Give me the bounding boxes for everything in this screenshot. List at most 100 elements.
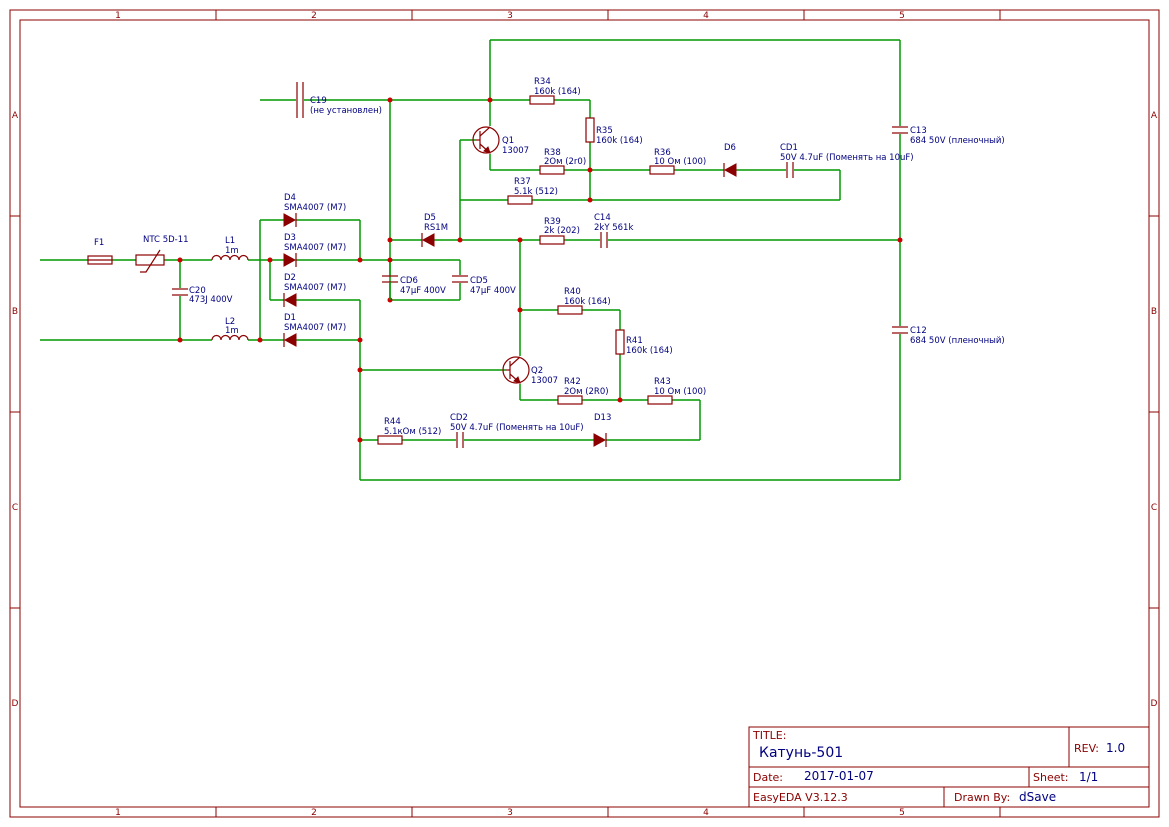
fuse-f1	[87, 255, 113, 265]
frame-row-d: D	[12, 699, 19, 709]
frame-col-2: 2	[311, 11, 317, 21]
frame-row-a-right: A	[1151, 111, 1158, 121]
label-d4-value: SMA4007 (M7)	[284, 203, 346, 213]
resistor-r44	[377, 435, 403, 445]
capacitor-cd2	[456, 432, 464, 448]
label-r35-value: 160k (164)	[596, 136, 643, 146]
label-r35-ref: R35	[596, 126, 613, 136]
label-r43-ref: R43	[654, 377, 671, 387]
label-c12-ref: C12	[910, 326, 927, 336]
frame-col-3-bottom: 3	[507, 808, 513, 818]
diode-d6	[723, 163, 737, 177]
frame-col-2-bottom: 2	[311, 808, 317, 818]
rev-value: 1.0	[1106, 741, 1125, 755]
resistor-r36	[649, 165, 675, 175]
label-q2-ref: Q2	[531, 366, 543, 376]
title-value: Катунь-501	[759, 745, 843, 761]
capacitor-c12	[892, 326, 908, 334]
label-q2-value: 13007	[531, 376, 558, 386]
label-r42-ref: R42	[564, 377, 581, 387]
rev-label: REV:	[1074, 742, 1099, 755]
capacitor-c19	[296, 82, 304, 118]
label-r43-value: 10 Ом (100)	[654, 387, 706, 397]
label-cd5-ref: CD5	[470, 276, 488, 286]
label-r41-value: 160k (164)	[626, 346, 673, 356]
title-block: TITLE: Катунь-501 REV: 1.0 Date: 2017-01…	[748, 726, 1150, 808]
frame-row-d-right: D	[1151, 699, 1158, 709]
ntc-thermistor	[135, 249, 165, 273]
label-d4-ref: D4	[284, 193, 296, 203]
frame-row-c: C	[12, 503, 18, 513]
label-d5-value: RS1M	[424, 223, 448, 233]
label-d6-ref: D6	[724, 143, 736, 153]
frame-col-4: 4	[703, 11, 709, 21]
label-c13-value: 684 50V (пленочный)	[910, 136, 1005, 146]
label-cd6-value: 47µF 400V	[400, 286, 446, 296]
label-r42-value: 2Ом (2R0)	[564, 387, 609, 397]
label-r37-value: 5.1k (512)	[514, 187, 558, 197]
diode-d2	[283, 293, 297, 307]
diode-d4	[283, 213, 297, 227]
label-d3-value: SMA4007 (M7)	[284, 243, 346, 253]
label-r36-value: 10 Ом (100)	[654, 157, 706, 167]
drawn-by-value: dSave	[1019, 790, 1056, 804]
frame-row-b-right: B	[1151, 307, 1157, 317]
label-r38-value: 2Ом (2r0)	[544, 157, 586, 167]
label-c12-value: 684 50V (пленочный)	[910, 336, 1005, 346]
frame-row-c-right: C	[1151, 503, 1157, 513]
label-l1-value: 1m	[225, 246, 239, 256]
frame-col-1-bottom: 1	[115, 808, 121, 818]
label-d13-ref: D13	[594, 413, 611, 423]
label-r40-ref: R40	[564, 287, 581, 297]
title-label: TITLE:	[752, 729, 786, 742]
label-cd2-ref: CD2	[450, 413, 468, 423]
diode-d1	[283, 333, 297, 347]
capacitor-cd1	[786, 162, 794, 178]
label-l1-ref: L1	[225, 236, 235, 246]
frame-col-5-bottom: 5	[899, 808, 905, 818]
capacitor-c20	[172, 288, 188, 296]
label-r37-ref: R37	[514, 177, 531, 187]
capacitor-cd5	[452, 275, 468, 283]
diode-d3	[283, 253, 297, 267]
diode-d5	[421, 233, 435, 247]
label-c19-value: (не установлен)	[310, 106, 382, 116]
resistor-r40	[557, 305, 583, 315]
resistor-r41	[615, 329, 625, 355]
label-r41-ref: R41	[626, 336, 643, 346]
software-label: EasyEDA V3.12.3	[753, 791, 848, 804]
label-cd1-value: 50V 4.7uF (Поменять на 10uF)	[780, 153, 914, 163]
label-c13-ref: C13	[910, 126, 927, 136]
transistor-q1	[472, 126, 500, 154]
frame-row-a: A	[12, 111, 19, 121]
schematic-sheet: 1 2 3 4 5 1 2 3 4 5 A B C D A B C D TITL…	[9, 9, 1160, 818]
resistor-r38	[539, 165, 565, 175]
label-cd6-ref: CD6	[400, 276, 418, 286]
frame-col-4-bottom: 4	[703, 808, 709, 818]
label-q1-value: 13007	[502, 146, 529, 156]
label-r44-ref: R44	[384, 417, 401, 427]
label-r34-value: 160k (164)	[534, 87, 581, 97]
resistor-r34	[529, 95, 555, 105]
label-r34-ref: R34	[534, 77, 551, 87]
drawn-by-label: Drawn By:	[954, 791, 1010, 804]
label-r39-value: 2k (202)	[544, 226, 580, 236]
capacitor-c13	[892, 126, 908, 134]
label-cd1-ref: CD1	[780, 143, 798, 153]
resistor-r43	[647, 395, 673, 405]
label-f1: F1	[94, 238, 104, 248]
label-cd2-value: 50V 4.7uF (Поменять на 10uF)	[450, 423, 584, 433]
label-d1-value: SMA4007 (M7)	[284, 323, 346, 333]
capacitor-c14	[600, 232, 608, 248]
label-cd5-value: 47µF 400V	[470, 286, 516, 296]
label-d2-ref: D2	[284, 273, 296, 283]
label-d3-ref: D3	[284, 233, 296, 243]
label-d5-ref: D5	[424, 213, 436, 223]
resistor-r37	[507, 195, 533, 205]
resistor-r35	[585, 117, 595, 143]
frame-col-1: 1	[115, 11, 121, 21]
drawing-frame	[9, 9, 1160, 818]
inductor-l2	[211, 334, 249, 341]
label-c14-ref: C14	[594, 213, 611, 223]
label-c19-ref: C19	[310, 96, 327, 106]
